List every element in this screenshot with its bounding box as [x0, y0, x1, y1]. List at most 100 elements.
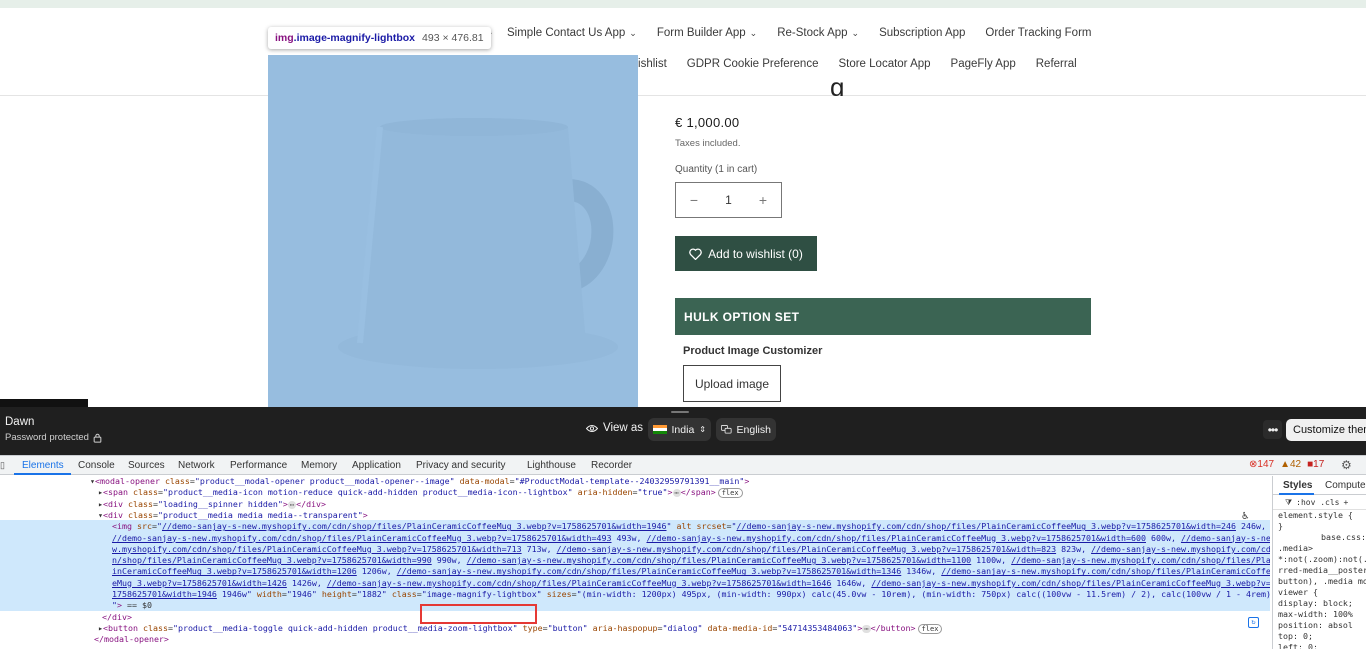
- increase-quantity-button[interactable]: +: [756, 192, 770, 208]
- filter-icon: ⧩: [1285, 497, 1293, 507]
- style-rule-line: element.style {: [1278, 510, 1353, 520]
- tab-memory[interactable]: Memory: [301, 460, 337, 471]
- styles-filter-toggles[interactable]: :hov .cls: [1296, 497, 1339, 508]
- chevron-down-icon: ⌄: [749, 27, 758, 38]
- nav-item[interactable]: Re-Stock App ⌄: [767, 27, 869, 39]
- class-attribute-highlight: [420, 604, 537, 624]
- view-as: View as: [586, 422, 643, 434]
- quantity-stepper: − 1 +: [675, 182, 782, 218]
- customize-theme-button[interactable]: Customize theme: [1286, 419, 1366, 441]
- dom-node[interactable]: </div>: [102, 612, 132, 623]
- nav-item-label: Re-Stock App: [777, 27, 848, 39]
- nav-item[interactable]: Form Builder App ⌄: [647, 27, 767, 39]
- drag-handle[interactable]: [671, 411, 689, 413]
- password-status: Password protected: [5, 432, 102, 443]
- wishlist-label: Add to wishlist (0): [708, 246, 803, 261]
- dom-node[interactable]: ▾<div class="product__media media media-…: [98, 510, 368, 521]
- styles-pane: Styles Computed ⧩ :hov .cls + element.st…: [1272, 476, 1366, 649]
- style-rule-line: }: [1278, 521, 1283, 531]
- dock-side-icon[interactable]: ▯: [0, 460, 5, 471]
- updown-chevron-icon: ⇕: [699, 425, 706, 434]
- gear-icon[interactable]: ⚙: [1341, 458, 1352, 472]
- dom-node[interactable]: ▸<span class="product__media-icon motion…: [98, 487, 743, 499]
- dom-node-selected: 1758625701&width=1946 1946w" width="1946…: [112, 589, 1270, 599]
- product-price: € 1,000.00: [675, 115, 740, 130]
- style-rule-line: button), .media mo: [1278, 576, 1366, 586]
- scroll-into-view-icon[interactable]: ↻: [1248, 617, 1259, 628]
- chevron-down-icon: ⌄: [851, 27, 860, 38]
- tab-network[interactable]: Network: [178, 460, 215, 471]
- decrease-quantity-button[interactable]: −: [687, 192, 701, 208]
- devtools-panel: ▯ Elements Console Sources Network Perfo…: [0, 455, 1366, 649]
- country-label: India: [671, 423, 695, 436]
- tab-elements[interactable]: Elements: [22, 460, 64, 471]
- main-nav-row-1: Simple Contact Us App ⌄ Form Builder App ⌄ R…: [497, 27, 1101, 39]
- nav-item[interactable]: Referral: [1026, 58, 1087, 70]
- tab-application[interactable]: Application: [352, 460, 401, 471]
- tab-console[interactable]: Console: [78, 460, 115, 471]
- theme-preview-bar: Dawn Password protected View as India ⇕ …: [0, 407, 1366, 455]
- image-customizer-label: Product Image Customizer: [683, 345, 823, 357]
- password-label: Password protected: [5, 432, 89, 443]
- nav-item-label: PageFly App: [950, 58, 1016, 70]
- more-options-icon[interactable]: •••: [1263, 420, 1282, 439]
- country-selector[interactable]: India ⇕: [648, 418, 711, 441]
- active-tab-indicator: [14, 473, 71, 475]
- styles-filter[interactable]: ⧩ :hov .cls +: [1273, 495, 1366, 510]
- theme-name: Dawn: [5, 416, 35, 428]
- product-title: g: [830, 72, 845, 96]
- heart-icon: [689, 247, 702, 260]
- nav-item-label: Store Locator App: [838, 58, 931, 70]
- announcement-strip: [0, 0, 1366, 8]
- style-rule-line: base.css:: [1321, 532, 1366, 542]
- nav-item[interactable]: GDPR Cookie Preference: [677, 58, 829, 70]
- devtools-status[interactable]: ⊗147 ▲42 ■17: [1249, 459, 1324, 470]
- lock-icon: [93, 433, 102, 443]
- quantity-input[interactable]: 1: [725, 193, 732, 207]
- style-rule-line: max-width: 100%: [1278, 609, 1353, 619]
- nav-item-label: Subscription App: [879, 27, 966, 39]
- tab-recorder[interactable]: Recorder: [591, 460, 632, 471]
- dom-node[interactable]: </modal-opener>: [94, 634, 169, 645]
- style-rule-line: *:not(.zoom):not(.: [1278, 554, 1366, 564]
- view-as-label: View as: [603, 422, 644, 434]
- nav-item-label: Order Tracking Form: [985, 27, 1092, 39]
- devtools-tabbar: ▯ Elements Console Sources Network Perfo…: [0, 456, 1366, 475]
- language-selector[interactable]: English: [716, 418, 776, 441]
- nav-item[interactable]: Store Locator App: [828, 58, 940, 70]
- upload-image-button[interactable]: Upload image: [683, 365, 781, 402]
- style-rule-line: rred-media__poster: [1278, 565, 1366, 575]
- nav-item[interactable]: Simple Contact Us App ⌄: [497, 27, 647, 39]
- add-rule-icon[interactable]: +: [1344, 497, 1349, 508]
- tab-computed[interactable]: Computed: [1325, 480, 1366, 491]
- tab-styles[interactable]: Styles: [1283, 480, 1312, 491]
- tab-lighthouse[interactable]: Lighthouse: [527, 460, 576, 471]
- translate-icon: [721, 425, 732, 434]
- add-to-wishlist-button[interactable]: Add to wishlist (0): [675, 236, 817, 271]
- tab-privacy-security[interactable]: Privacy and security: [416, 460, 505, 471]
- nav-item[interactable]: PageFly App: [941, 58, 1026, 70]
- nav-item[interactable]: Subscription App: [869, 27, 975, 39]
- dom-node-selected: n/shop/files/PlainCeramicCoffeeMug_3.web…: [112, 555, 1270, 566]
- header-divider: [0, 95, 1366, 96]
- tab-sources[interactable]: Sources: [128, 460, 165, 471]
- warning-count: ▲42: [1280, 459, 1302, 470]
- style-rule-line: display: block;: [1278, 598, 1353, 608]
- tab-performance[interactable]: Performance: [230, 460, 287, 471]
- accessibility-icon[interactable]: ♿: [1242, 510, 1249, 522]
- dom-node[interactable]: ▸<div class="loading__spinner hidden"> ⋯ <…: [98, 499, 326, 510]
- dom-node[interactable]: ▾<modal-opener class="product__modal-ope…: [90, 476, 749, 487]
- dom-node[interactable]: ▸<button class="product__media-toggle qu…: [98, 623, 943, 634]
- dom-node-selected[interactable]: <img src="//demo-sanjay-s-new.myshopify.…: [112, 521, 1266, 532]
- language-label: English: [736, 423, 771, 436]
- preview-bar-tab: [0, 399, 88, 407]
- tooltip-class: .image-magnify-lightbox: [293, 32, 416, 44]
- dom-node-selected: "> == $0: [112, 600, 152, 611]
- style-rule-line: top: 0;: [1278, 631, 1313, 641]
- style-rule-line: position: absol: [1278, 620, 1353, 630]
- taxes-note: Taxes included.: [675, 138, 741, 149]
- nav-item[interactable]: Order Tracking Form: [975, 27, 1101, 39]
- screen: { "store": { "nav_row1": [ {"label": "Si…: [0, 0, 1366, 649]
- nav-item-label: Simple Contact Us App: [507, 27, 626, 39]
- option-set-header: HULK OPTION SET: [675, 298, 1091, 335]
